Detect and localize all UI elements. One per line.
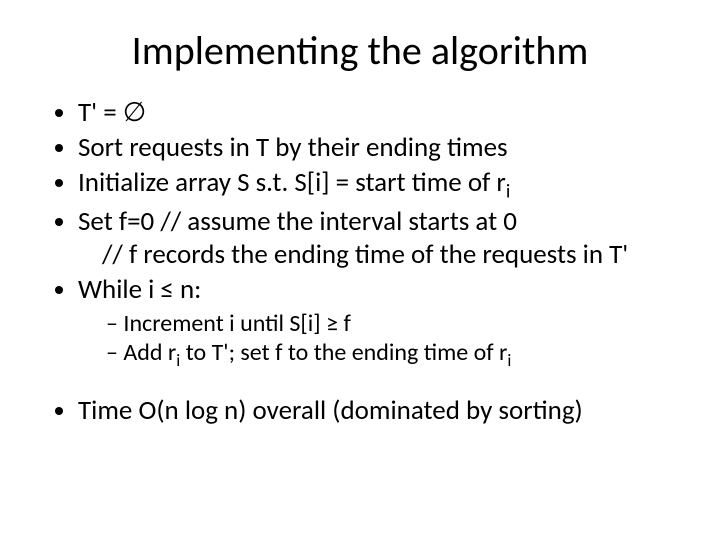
bullet-4-text: Set f=0 // assume the interval starts at… xyxy=(78,205,517,238)
bullet-1: T' = ∅ xyxy=(78,97,680,130)
bullet-1-text: T' = ∅ xyxy=(78,96,146,129)
sub-bullet-2a: Add r xyxy=(123,338,176,367)
bullet-2-text: Sort requests in T by their ending times xyxy=(78,131,508,164)
bullet-list: T' = ∅ Sort requests in T by their endin… xyxy=(40,97,680,371)
bullet-6-text: Time O(n log n) overall (dominated by so… xyxy=(78,394,583,427)
bullet-5: While i ≤ n: Increment i until S[i] ≥ f … xyxy=(78,274,680,371)
subscript-i: i xyxy=(506,179,510,203)
bullet-4-cont: // f records the ending time of the requ… xyxy=(102,239,680,272)
bullet-3: Initialize array S s.t. S[i] = start tim… xyxy=(78,167,680,204)
spacer xyxy=(40,373,680,395)
sub-bullet-2: Add r i to T'; set f to the ending time o… xyxy=(106,338,680,371)
slide: Implementing the algorithm T' = ∅ Sort r… xyxy=(0,0,720,540)
bullet-list-2: Time O(n log n) overall (dominated by so… xyxy=(40,395,680,428)
sub-bullet-1-text: Increment i until S[i] ≥ f xyxy=(123,309,350,338)
bullet-2: Sort requests in T by their ending times xyxy=(78,132,680,165)
bullet-4: Set f=0 // assume the interval starts at… xyxy=(78,206,680,272)
sub-bullet-2b: to T'; set f to the ending time of r xyxy=(180,338,507,367)
sub-bullet-1: Increment i until S[i] ≥ f xyxy=(106,309,680,338)
subscript-i-3: i xyxy=(507,350,511,371)
sub-bullet-list: Increment i until S[i] ≥ f Add r i to T';… xyxy=(78,309,680,371)
bullet-3-text: Initialize array S s.t. S[i] = start tim… xyxy=(78,166,506,199)
bullet-5-text: While i ≤ n: xyxy=(78,273,201,306)
bullet-6: Time O(n log n) overall (dominated by so… xyxy=(78,395,680,428)
slide-title: Implementing the algorithm xyxy=(40,26,680,75)
